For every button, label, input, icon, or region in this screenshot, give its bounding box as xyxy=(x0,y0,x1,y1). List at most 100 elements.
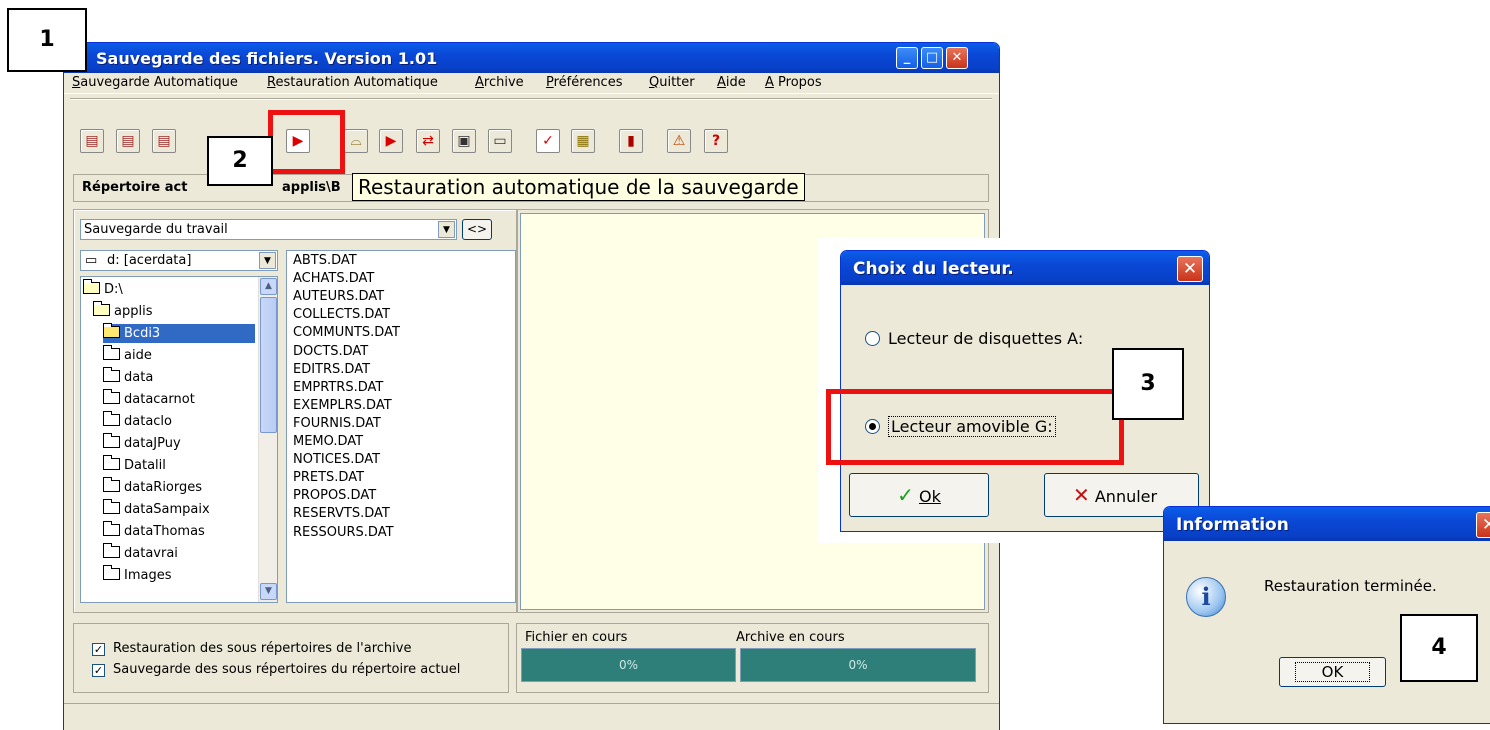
menu-apropos[interactable]: A Propos xyxy=(765,75,822,90)
menu-aide[interactable]: Aide xyxy=(717,75,746,90)
tree-item[interactable]: dataSampaix xyxy=(103,499,255,519)
info-dialog-titlebar[interactable]: Information ✕ xyxy=(1164,507,1490,541)
swap-button[interactable]: <> xyxy=(462,219,492,240)
exit-door-icon[interactable]: ▮ xyxy=(619,129,643,153)
tree-item[interactable]: dataclo xyxy=(103,411,255,431)
profile-combo[interactable]: Sauvegarde du travail ▼ xyxy=(80,219,457,240)
tree-item[interactable]: dataJPuy xyxy=(103,433,255,453)
file-item[interactable]: COMMUNTS.DAT xyxy=(293,325,400,341)
minimize-button[interactable]: _ xyxy=(896,47,918,69)
menu-quitter[interactable]: Quitter xyxy=(649,75,695,90)
step-4-label: 4 xyxy=(1400,614,1478,682)
tree-item-label: dataRiorges xyxy=(124,480,203,495)
option-restore-label: Restauration des sous répertoires de l'a… xyxy=(113,641,412,656)
folder-open-icon xyxy=(93,301,110,316)
option-save-subdirs[interactable]: ✓ Sauvegarde des sous répertoires du répe… xyxy=(92,662,460,677)
tree-item[interactable]: dataThomas xyxy=(103,521,255,541)
folder-tree[interactable]: D:\ applis Bcdi3 aide data datacarnot dataclo d… xyxy=(80,276,278,603)
file-item[interactable]: DOCTS.DAT xyxy=(293,344,368,360)
file-item[interactable]: ACHATS.DAT xyxy=(293,271,374,287)
file-item[interactable]: FOURNIS.DAT xyxy=(293,416,381,432)
status-bar xyxy=(64,703,999,730)
drive-combo[interactable]: ▭ d: [acerdata] ▼ xyxy=(80,250,278,271)
folder-icon[interactable]: ▭ xyxy=(488,129,512,153)
save-alt-icon[interactable]: ▤ xyxy=(152,129,176,153)
restore-icon[interactable]: ▶ xyxy=(379,129,403,153)
tree-scrollbar[interactable]: ▲ ▼ xyxy=(258,277,277,602)
folder-icon xyxy=(103,543,120,558)
chevron-down-icon[interactable]: ▼ xyxy=(438,221,455,238)
transfer-icon[interactable]: ⇄ xyxy=(416,129,440,153)
chevron-down-icon[interactable]: ▼ xyxy=(259,252,276,269)
help-book-icon[interactable]: ⚠ xyxy=(667,129,691,153)
option-save-label: Sauvegarde des sous répertoires du réper… xyxy=(113,662,461,677)
menu-restauration[interactable]: Restauration Automatique xyxy=(267,75,438,90)
window-title: Sauvegarde des fichiers. Version 1.01 xyxy=(96,49,438,68)
tree-item[interactable]: data xyxy=(103,367,255,387)
file-progress-label: Fichier en cours xyxy=(525,630,628,645)
maximize-button[interactable]: □ xyxy=(921,47,943,69)
menu-preferences[interactable]: Préférences xyxy=(546,75,622,90)
menu-archive[interactable]: Archive xyxy=(475,75,524,90)
scroll-thumb[interactable] xyxy=(260,297,277,433)
close-icon[interactable]: ✕ xyxy=(1476,512,1490,538)
file-item[interactable]: RESSOURS.DAT xyxy=(293,525,394,541)
radio-floppy[interactable]: Lecteur de disquettes A: xyxy=(865,329,1083,348)
radio-floppy-label: Lecteur de disquettes A: xyxy=(888,329,1084,348)
drive-combo-value: d: [acerdata] xyxy=(107,253,192,268)
info-ok-button[interactable]: OK xyxy=(1279,657,1386,687)
archive-icon[interactable]: ▦ xyxy=(571,129,595,153)
save-all-icon[interactable]: ▤ xyxy=(80,129,104,153)
drive-dialog-titlebar[interactable]: Choix du lecteur. ✕ xyxy=(841,251,1209,285)
close-button[interactable]: ✕ xyxy=(946,47,968,69)
file-item[interactable]: ABTS.DAT xyxy=(293,253,357,269)
info-dialog-title: Information xyxy=(1176,515,1289,535)
file-item[interactable]: COLLECTS.DAT xyxy=(293,307,390,323)
folder-open-icon xyxy=(83,279,100,294)
scroll-down-icon[interactable]: ▼ xyxy=(260,583,277,600)
tree-item[interactable]: Datalil xyxy=(103,455,255,475)
radio-button[interactable] xyxy=(865,331,880,346)
file-item[interactable]: NOTICES.DAT xyxy=(293,452,380,468)
tree-item[interactable]: applis xyxy=(93,301,255,321)
tree-item-label: Datalil xyxy=(124,458,166,473)
highlight-restore-button xyxy=(268,110,345,174)
tree-item[interactable]: D:\ xyxy=(83,279,255,299)
open-folder-icon[interactable]: ⌓ xyxy=(344,129,368,153)
close-icon[interactable]: ✕ xyxy=(1177,256,1203,282)
file-list[interactable]: ABTS.DAT ACHATS.DAT AUTEURS.DAT COLLECTS.DA… xyxy=(286,250,516,603)
archive-progress-label: Archive en cours xyxy=(736,630,845,645)
file-item[interactable]: MEMO.DAT xyxy=(293,434,363,450)
tree-item[interactable]: Images xyxy=(103,565,255,585)
file-item[interactable]: PRETS.DAT xyxy=(293,470,364,486)
tree-item[interactable]: dataRiorges xyxy=(103,477,255,497)
scroll-up-icon[interactable]: ▲ xyxy=(260,278,277,295)
menu-sauvegarde[interactable]: Sauvegarde Automatique xyxy=(72,75,238,90)
tree-item[interactable]: datavrai xyxy=(103,543,255,563)
folder-icon xyxy=(103,345,120,360)
tree-item-label: dataclo xyxy=(124,414,172,429)
info-icon: i xyxy=(1186,577,1226,617)
path-label: Répertoire act xyxy=(82,180,188,195)
checkbox[interactable]: ✓ xyxy=(92,643,105,656)
tree-item[interactable]: datacarnot xyxy=(103,389,255,409)
file-item[interactable]: EDITRS.DAT xyxy=(293,362,370,378)
tree-item[interactable]: aide xyxy=(103,345,255,365)
folder-icon xyxy=(103,389,120,404)
file-item[interactable]: EMPRTRS.DAT xyxy=(293,380,383,396)
checkbox[interactable]: ✓ xyxy=(92,664,105,677)
save-icon[interactable]: ▤ xyxy=(116,129,140,153)
question-icon[interactable]: ? xyxy=(704,129,728,153)
option-restore-subdirs[interactable]: ✓ Restauration des sous répertoires de l'… xyxy=(92,641,411,656)
title-bar[interactable]: Sauvegarde des fichiers. Version 1.01 _ … xyxy=(64,43,999,73)
cancel-button-label: Annuler xyxy=(1094,487,1158,506)
file-item[interactable]: RESERVTS.DAT xyxy=(293,506,390,522)
tree-item-label: Bcdi3 xyxy=(124,326,161,341)
file-item[interactable]: EXEMPLRS.DAT xyxy=(293,398,392,414)
tree-item[interactable]: Bcdi3 xyxy=(103,323,255,343)
file-item[interactable]: AUTEURS.DAT xyxy=(293,289,384,305)
file-item[interactable]: PROPOS.DAT xyxy=(293,488,376,504)
check-icon[interactable]: ✓ xyxy=(536,129,560,153)
copy-icon[interactable]: ▣ xyxy=(452,129,476,153)
ok-button[interactable]: ✓ Ok xyxy=(849,473,989,517)
